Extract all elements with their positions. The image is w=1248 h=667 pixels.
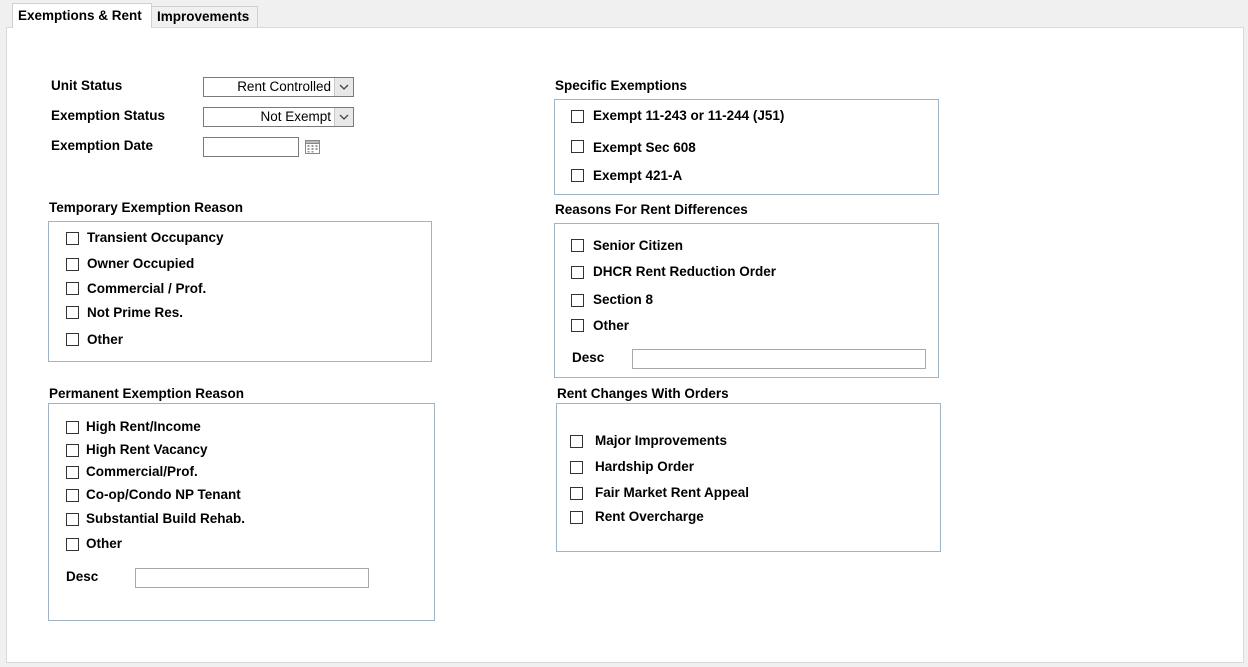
high-rent-income-checkbox[interactable] [66,421,79,434]
chevron-down-icon[interactable] [334,108,353,126]
senior-citizen-checkbox[interactable] [571,239,584,252]
high-rent-vacancy-checkbox[interactable] [66,444,79,457]
specific-exemptions-title: Specific Exemptions [555,78,688,93]
high-rent-income-label: High Rent/Income [86,419,201,434]
coop-condo-np-tenant-checkbox[interactable] [66,489,79,502]
unit-status-select[interactable]: Rent Controlled [203,77,354,97]
temporary-other-checkbox[interactable] [66,333,79,346]
temporary-exemption-group: Transient Occupancy Owner Occupied Comme… [48,221,432,362]
dhcr-rent-reduction-label: DHCR Rent Reduction Order [593,264,777,279]
dhcr-rent-reduction-checkbox[interactable] [571,266,584,279]
permanent-commercial-prof-checkbox[interactable] [66,466,79,479]
coop-condo-np-tenant-label: Co-op/Condo NP Tenant [86,487,241,502]
calendar-icon[interactable] [305,139,320,154]
permanent-exemption-title: Permanent Exemption Reason [49,386,245,401]
exemption-status-label: Exemption Status [51,108,166,123]
permanent-exemption-group: High Rent/Income High Rent Vacancy Comme… [48,403,435,621]
permanent-other-checkbox[interactable] [66,538,79,551]
substantial-build-rehab-checkbox[interactable] [66,513,79,526]
tab-exemptions-rent[interactable]: Exemptions & Rent [12,3,152,28]
unit-status-value: Rent Controlled [237,79,331,94]
section-8-checkbox[interactable] [571,294,584,307]
chevron-down-icon[interactable] [334,78,353,96]
rent-diff-desc-label: Desc [572,350,605,365]
fair-market-rent-appeal-checkbox[interactable] [570,487,583,500]
permanent-desc-input[interactable] [135,568,369,588]
commercial-prof-label: Commercial / Prof. [87,281,207,296]
exempt-sec-608-checkbox[interactable] [571,140,584,153]
temporary-other-label: Other [87,332,124,347]
rent-diff-other-checkbox[interactable] [571,319,584,332]
rent-diff-other-label: Other [593,318,630,333]
owner-occupied-label: Owner Occupied [87,256,195,271]
tab-strip: Exemptions & Rent Improvements [0,0,1248,28]
owner-occupied-checkbox[interactable] [66,258,79,271]
transient-occupancy-label: Transient Occupancy [87,230,224,245]
exempt-j51-label: Exempt 11-243 or 11-244 (J51) [593,108,785,123]
not-prime-res-checkbox[interactable] [66,306,79,319]
exempt-j51-checkbox[interactable] [571,110,584,123]
substantial-build-rehab-label: Substantial Build Rehab. [86,511,246,526]
hardship-order-checkbox[interactable] [570,461,583,474]
tab-improvements[interactable]: Improvements [151,6,258,27]
tab-panel-exemptions-rent: Unit Status Rent Controlled Exemption St… [6,27,1244,663]
senior-citizen-label: Senior Citizen [593,238,684,253]
temporary-exemption-title: Temporary Exemption Reason [49,200,244,215]
exempt-421a-checkbox[interactable] [571,169,584,182]
transient-occupancy-checkbox[interactable] [66,232,79,245]
specific-exemptions-group: Exempt 11-243 or 11-244 (J51) Exempt Sec… [554,99,939,195]
major-improvements-checkbox[interactable] [570,435,583,448]
hardship-order-label: Hardship Order [595,459,695,474]
rent-overcharge-checkbox[interactable] [570,511,583,524]
exemption-status-value: Not Exempt [260,109,331,124]
rent-overcharge-label: Rent Overcharge [595,509,704,524]
rent-changes-group: Major Improvements Hardship Order Fair M… [556,403,941,552]
permanent-other-label: Other [86,536,123,551]
not-prime-res-label: Not Prime Res. [87,305,184,320]
exemption-status-select[interactable]: Not Exempt [203,107,354,127]
commercial-prof-checkbox[interactable] [66,282,79,295]
permanent-desc-label: Desc [66,569,99,584]
unit-status-label: Unit Status [51,78,123,93]
rent-changes-title: Rent Changes With Orders [557,386,729,401]
rent-differences-title: Reasons For Rent Differences [555,202,748,217]
permanent-commercial-prof-label: Commercial/Prof. [86,464,198,479]
exempt-sec-608-label: Exempt Sec 608 [593,140,696,155]
exemption-date-input[interactable] [203,137,299,157]
high-rent-vacancy-label: High Rent Vacancy [86,442,208,457]
rent-diff-desc-input[interactable] [632,349,926,369]
rent-differences-group: Senior Citizen DHCR Rent Reduction Order… [554,223,939,378]
exempt-421a-label: Exempt 421-A [593,168,683,183]
major-improvements-label: Major Improvements [595,433,728,448]
fair-market-rent-appeal-label: Fair Market Rent Appeal [595,485,750,500]
exemption-date-label: Exemption Date [51,138,154,153]
section-8-label: Section 8 [593,292,654,307]
